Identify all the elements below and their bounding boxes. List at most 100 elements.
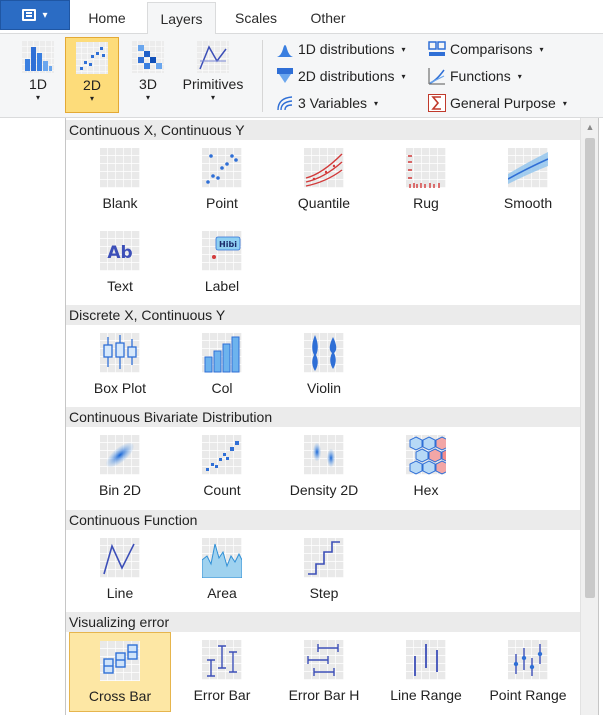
- gallery-item-quantile[interactable]: Quantile: [273, 140, 375, 220]
- blank-plot-icon: [100, 148, 140, 188]
- primitives-label: Primitives: [182, 76, 244, 92]
- comparisons-menu[interactable]: Comparisons ▾: [428, 38, 544, 60]
- scroll-up-arrow-icon[interactable]: ▲: [581, 118, 598, 136]
- gallery-item-step[interactable]: Step: [273, 530, 375, 610]
- 1d-label: 1D: [29, 76, 47, 92]
- hexbin-icon: [406, 435, 446, 475]
- density2d-icon: [304, 435, 344, 475]
- density-curve-icon: [277, 45, 293, 57]
- chevron-down-icon: ▾: [562, 98, 567, 108]
- label-plot-icon: Hibi: [202, 231, 242, 271]
- gallery-item-label: Density 2D: [289, 482, 359, 498]
- section-header-discrete-x: Discrete X, Continuous Y: [66, 305, 580, 325]
- gallery-item-area[interactable]: Area: [171, 530, 273, 610]
- line-plot-icon: [100, 538, 140, 578]
- section-header-bivariate: Continuous Bivariate Distribution: [66, 407, 580, 427]
- gallery-item-point[interactable]: Point: [171, 140, 273, 220]
- gallery-item-rug[interactable]: Rug: [375, 140, 477, 220]
- gallery-item-line[interactable]: Line: [69, 530, 171, 610]
- gallery-item-label: Blank: [102, 195, 138, 211]
- gallery-item-label: Line Range: [390, 687, 462, 703]
- ribbon-tabstrip: ▾ Home Layers Scales Other: [0, 0, 603, 35]
- 2d-distributions-label: 2D distributions: [298, 68, 395, 84]
- chevron-down-icon: ▾: [89, 94, 94, 103]
- errorbar-icon: [202, 640, 242, 680]
- gallery-scrollbar[interactable]: ▲: [580, 118, 598, 715]
- tab-scales[interactable]: Scales: [225, 2, 287, 34]
- gallery-item-errorbarh[interactable]: Error Bar H: [273, 632, 375, 712]
- chevron-down-icon: ▾: [401, 71, 406, 81]
- functions-label: Functions: [450, 68, 511, 84]
- tab-other[interactable]: Other: [297, 2, 359, 34]
- histogram-icon: [22, 41, 54, 73]
- gallery-item-density2d[interactable]: Density 2D: [273, 427, 375, 507]
- gallery-item-label: Label: [204, 278, 240, 294]
- gallery-item-label: Count: [203, 482, 241, 498]
- gallery-item-label: Error Bar: [193, 687, 251, 703]
- functions-menu[interactable]: Functions ▾: [428, 65, 522, 87]
- gallery-item-linerange[interactable]: Line Range: [375, 632, 477, 712]
- 2d-button[interactable]: 2D ▾: [65, 37, 119, 113]
- point-plot-icon: [202, 148, 242, 188]
- gallery-item-smooth[interactable]: Smooth: [477, 140, 579, 220]
- gallery-item-violin[interactable]: Violin: [273, 325, 375, 405]
- tab-layers[interactable]: Layers: [147, 2, 216, 35]
- contour-icon: [277, 96, 293, 111]
- section-header-function: Continuous Function: [66, 510, 580, 530]
- chevron-down-icon: ▾: [35, 93, 40, 102]
- text-icon-glyph: Ab: [107, 243, 132, 263]
- gallery-item-pointrange[interactable]: Point Range: [477, 632, 579, 712]
- 1d-distributions-menu[interactable]: 1D distributions ▾: [276, 38, 406, 60]
- ribbon-separator: [262, 40, 263, 112]
- functions-icon: [428, 68, 445, 85]
- chevron-down-icon: ▾: [145, 93, 150, 102]
- gallery-item-errorbar[interactable]: Error Bar: [171, 632, 273, 712]
- comparisons-label: Comparisons: [450, 41, 533, 57]
- tab-home[interactable]: Home: [78, 2, 136, 34]
- gallery-item-label: Point: [206, 195, 238, 211]
- gallery-item-count[interactable]: Count: [171, 427, 273, 507]
- 1d-button[interactable]: 1D ▾: [12, 37, 64, 113]
- crossbar-icon: [100, 641, 140, 681]
- 1d-distributions-label: 1D distributions: [298, 41, 395, 57]
- chevron-down-icon: ▾: [210, 93, 215, 102]
- area-plot-icon: [202, 538, 242, 578]
- gallery-item-crossbar[interactable]: Cross Bar: [69, 632, 171, 712]
- tab-layers-label: Layers: [160, 10, 203, 27]
- tab-other-label: Other: [310, 10, 346, 26]
- 3-variables-menu[interactable]: 3 Variables ▾: [276, 92, 378, 114]
- comparisons-icon: [428, 41, 446, 56]
- gallery-item-label-geom[interactable]: Hibi Label: [171, 223, 273, 303]
- text-plot-icon: Ab: [100, 231, 140, 271]
- gallery-item-text[interactable]: Ab Text: [69, 223, 171, 303]
- column-chart-icon: [202, 333, 242, 373]
- density-2d-icon: [277, 68, 293, 83]
- layers-gallery: Continuous X, Continuous Y Blank Point Q…: [65, 118, 599, 715]
- general-purpose-menu[interactable]: General Purpose ▾: [428, 92, 567, 114]
- gallery-item-label: Area: [207, 585, 237, 601]
- gallery-item-label: Smooth: [503, 195, 553, 211]
- gallery-item-bin2d[interactable]: Bin 2D: [69, 427, 171, 507]
- gallery-item-blank[interactable]: Blank: [69, 140, 171, 220]
- gallery-item-col[interactable]: Col: [171, 325, 273, 405]
- tab-scales-label: Scales: [234, 10, 278, 26]
- general-purpose-label: General Purpose: [450, 95, 556, 111]
- gallery-item-hex[interactable]: Hex: [375, 427, 477, 507]
- 3d-button[interactable]: 3D ▾: [122, 37, 174, 113]
- 2d-distributions-menu[interactable]: 2D distributions ▾: [276, 65, 406, 87]
- gallery-item-label: Col: [211, 380, 233, 396]
- scrollbar-thumb[interactable]: [585, 138, 595, 598]
- gallery-item-label: Rug: [413, 195, 439, 211]
- chevron-down-icon: ▾: [517, 71, 522, 81]
- errorbar-horizontal-icon: [304, 640, 344, 680]
- count-plot-icon: [202, 435, 242, 475]
- primitives-button[interactable]: Primitives ▾: [176, 37, 250, 113]
- gallery-item-label: Box Plot: [93, 380, 147, 396]
- chevron-down-icon: ▾: [42, 9, 48, 21]
- gallery-item-label: Step: [309, 585, 339, 601]
- heatmap-icon: [132, 41, 164, 73]
- app-menu-button[interactable]: ▾: [0, 0, 70, 30]
- 3d-label: 3D: [139, 76, 157, 92]
- label-icon-glyph: Hibi: [219, 240, 237, 249]
- gallery-item-boxplot[interactable]: Box Plot: [69, 325, 171, 405]
